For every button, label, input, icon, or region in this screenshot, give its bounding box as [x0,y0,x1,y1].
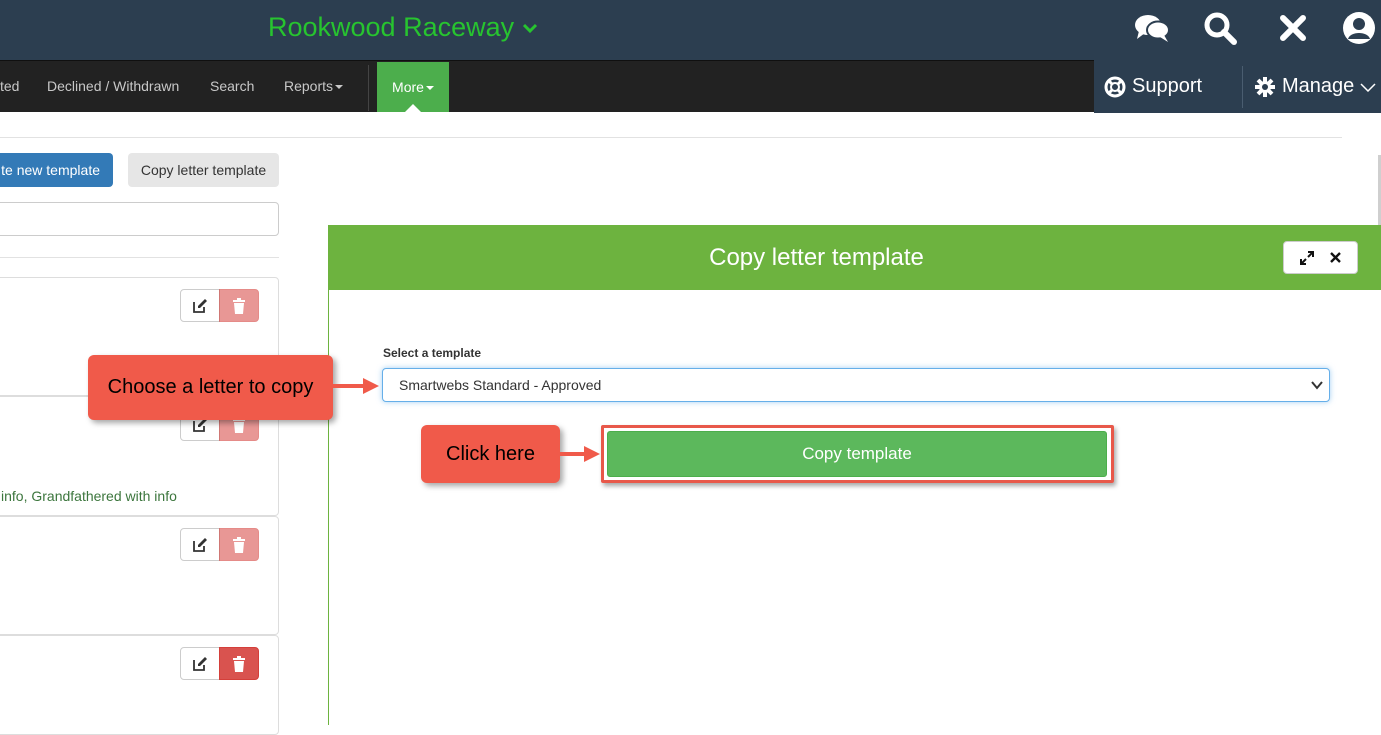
edit-button[interactable] [180,647,220,680]
chevron-down-icon [1360,82,1376,92]
nav-reports-label: Reports [284,78,334,94]
venue-selector[interactable]: Rookwood Raceway [268,12,538,43]
trash-icon [233,297,245,314]
divider [0,137,1342,138]
edit-icon [193,537,207,552]
nav-item-reports[interactable]: Reports [284,61,344,112]
support-link[interactable]: Support [1104,60,1202,113]
trash-icon [233,655,245,672]
chat-icon[interactable] [1132,10,1172,46]
lifebuoy-icon [1104,76,1126,97]
gear-icon [1255,76,1275,97]
callout-choose-letter: Choose a letter to copy [88,355,333,420]
close-icon[interactable] [1273,10,1313,46]
delete-button[interactable] [219,528,259,561]
chevron-down-icon [1311,381,1323,390]
template-select-value: Smartwebs Standard - Approved [399,377,602,393]
search-icon[interactable] [1200,10,1240,46]
right-nav-divider [1242,66,1243,108]
caret-down-icon [425,86,434,91]
copy-template-button[interactable]: Copy letter template [128,153,279,187]
divider [0,257,279,258]
edit-icon [193,656,207,671]
delete-button[interactable] [219,289,259,322]
search-input[interactable] [0,202,279,236]
nav-item-search[interactable]: Search [210,61,254,112]
callout-click-here: Click here [421,425,560,483]
caret-down-icon [335,85,344,90]
nav-divider [368,65,369,111]
edit-button[interactable] [180,528,220,561]
close-icon[interactable] [1330,252,1341,263]
arrow-right-icon [333,378,379,394]
venue-name: Rookwood Raceway [268,12,515,42]
delete-button[interactable] [219,647,259,680]
edit-icon [193,298,207,313]
arrow-right-icon [560,446,600,462]
active-indicator [405,104,421,112]
create-template-button[interactable]: te new template [0,153,113,187]
trash-icon [233,536,245,553]
nav-item-declined-withdrawn[interactable]: Declined / Withdrawn [47,61,179,112]
edit-button[interactable] [180,289,220,322]
template-categories: info, Grandfathered with info [1,488,177,504]
right-nav: Support Manage [1094,60,1381,113]
modal-header: Copy letter template [329,225,1381,290]
nav-more-label: More [392,79,424,95]
modal-title: Copy letter template [709,244,924,271]
expand-icon[interactable] [1300,250,1314,265]
chevron-down-icon [523,23,538,33]
callout-choose-text: Choose a letter to copy [107,376,314,398]
template-select[interactable]: Smartwebs Standard - Approved [382,368,1330,402]
modal-controls [1283,241,1358,274]
template-select-label: Select a template [383,346,482,360]
callout-click-text: Click here [446,442,535,465]
support-label: Support [1132,75,1203,97]
user-icon[interactable] [1339,10,1379,46]
list-item [0,516,279,635]
manage-label: Manage [1282,75,1355,97]
manage-menu[interactable]: Manage [1254,60,1376,113]
copy-template-submit-button[interactable]: Copy template [607,431,1107,477]
list-item [0,635,279,735]
nav-item-accepted[interactable]: ted [0,61,19,112]
top-header: Rookwood Raceway [0,0,1381,60]
